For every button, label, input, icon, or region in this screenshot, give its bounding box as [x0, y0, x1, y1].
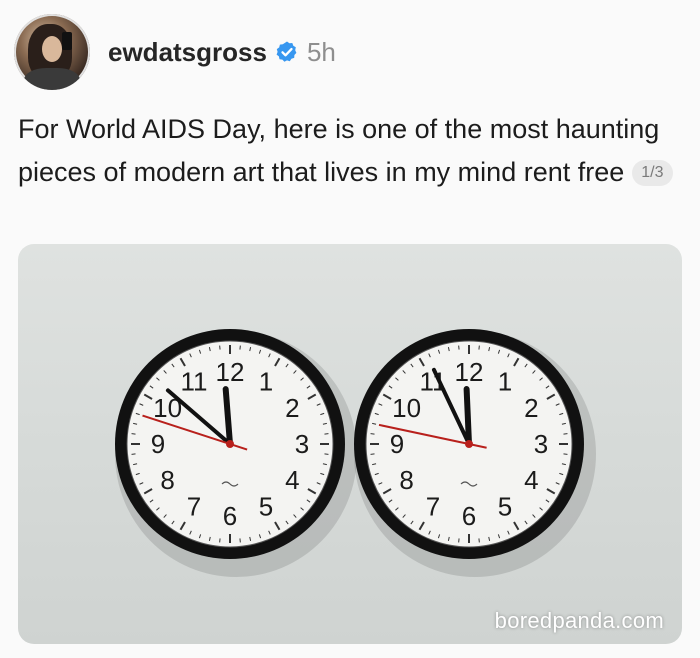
caption-text: For World AIDS Day, here is one of the m… — [18, 114, 660, 187]
clock-numeral: 12 — [216, 357, 245, 387]
clock-center-cap — [226, 440, 234, 448]
clock-numeral: 9 — [390, 429, 404, 459]
clock-numeral: 10 — [392, 393, 421, 423]
clock-numeral: 1 — [259, 367, 273, 397]
clock-numeral: 4 — [524, 465, 538, 495]
clock-numeral: 5 — [498, 491, 512, 521]
clock-numeral: 2 — [285, 393, 299, 423]
clock-numeral: 6 — [223, 501, 237, 531]
clock-numeral: 5 — [259, 491, 273, 521]
clock-numeral: 7 — [187, 491, 201, 521]
clock-numeral: 3 — [295, 429, 309, 459]
user-line: ewdatsgross 5h — [108, 37, 336, 68]
wall-clock: 12 1234567891011 — [354, 329, 596, 577]
wall-clock: 12 1234567891011 — [115, 329, 357, 577]
clock-numeral: 3 — [534, 429, 548, 459]
post-header: ewdatsgross 5h — [14, 14, 336, 90]
post-image[interactable]: 12 1 2 3 4 5 6 7 8 9 10 11 12 1 2 3 4 5 6 7 8 9 10 11 boredpand… — [18, 244, 682, 644]
clock-numeral: 9 — [151, 429, 165, 459]
clock-numeral: 8 — [399, 465, 413, 495]
verified-badge-icon — [276, 41, 297, 62]
clock-center-cap — [465, 440, 473, 448]
clock-numeral: 1 — [498, 367, 512, 397]
page-indicator: 1/3 — [632, 160, 673, 186]
clock-numeral: 12 — [455, 357, 484, 387]
clock-numeral: 11 — [181, 367, 208, 397]
post-caption: For World AIDS Day, here is one of the m… — [18, 108, 678, 194]
clocks-artwork: 12 1234567891011 12 1234567891011 — [115, 329, 596, 577]
clock-numeral: 8 — [160, 465, 174, 495]
avatar[interactable] — [14, 14, 90, 90]
watermark: boredpanda.com — [494, 608, 664, 633]
username[interactable]: ewdatsgross — [108, 37, 267, 68]
clock-numeral: 7 — [426, 491, 440, 521]
clock-numeral: 4 — [285, 465, 299, 495]
clock-numeral: 6 — [462, 501, 476, 531]
post-time: 5h — [306, 36, 336, 67]
clock-numeral: 2 — [524, 393, 538, 423]
